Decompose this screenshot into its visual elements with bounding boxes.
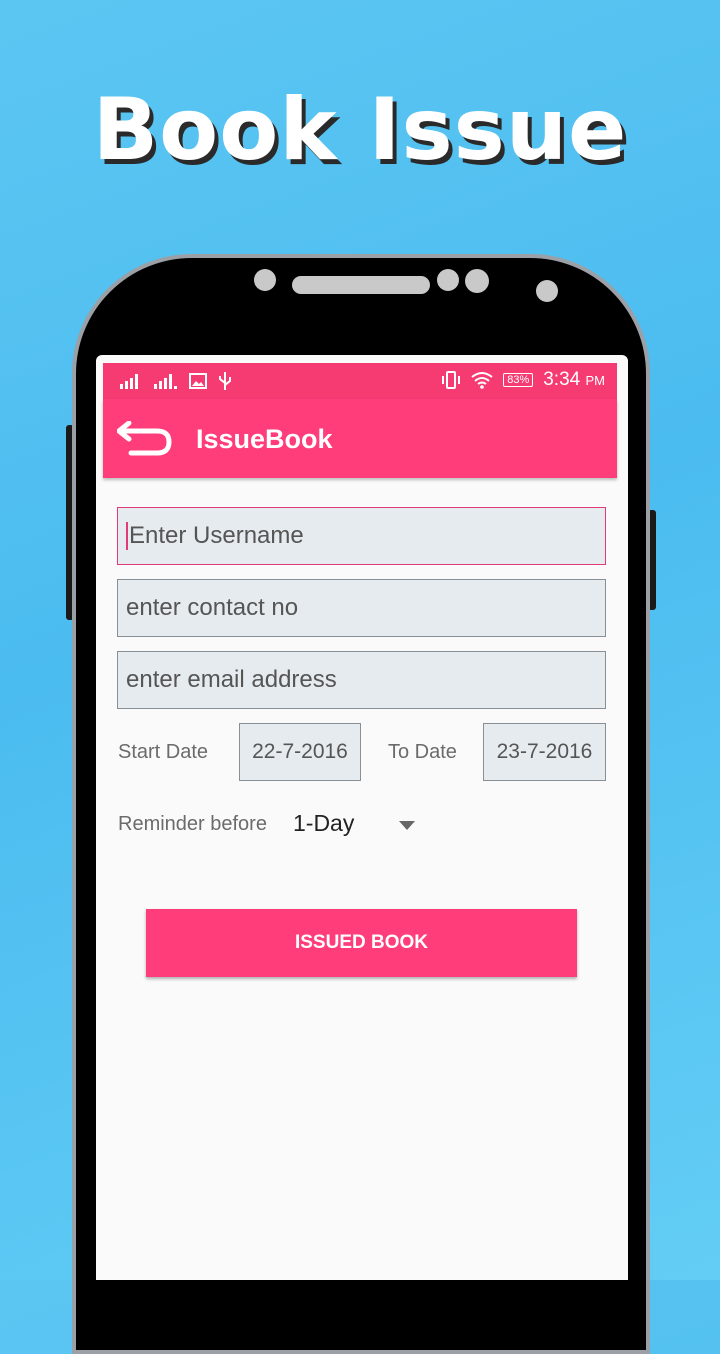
battery-indicator: 83% bbox=[503, 373, 534, 387]
app-title: IssueBook bbox=[196, 424, 333, 454]
earpiece-speaker bbox=[292, 276, 430, 294]
phone-screen: 83% 3:34 PM IssueBook Enter Username ent… bbox=[96, 355, 628, 1280]
promo-title: Book Issue bbox=[92, 80, 628, 180]
username-placeholder: Enter Username bbox=[129, 522, 304, 549]
email-placeholder: enter email address bbox=[126, 666, 337, 693]
start-date-field[interactable]: 22-7-2016 bbox=[239, 723, 361, 781]
dropdown-arrow-icon[interactable] bbox=[399, 821, 415, 830]
text-cursor bbox=[126, 522, 128, 550]
status-bar: 83% 3:34 PM bbox=[103, 363, 617, 399]
image-icon bbox=[189, 373, 207, 389]
username-input[interactable]: Enter Username bbox=[117, 507, 606, 565]
email-input[interactable]: enter email address bbox=[117, 651, 606, 709]
vibrate-icon bbox=[442, 371, 461, 389]
status-clock: 3:34 PM bbox=[543, 369, 605, 390]
contact-placeholder: enter contact no bbox=[126, 594, 299, 621]
to-date-field[interactable]: 23-7-2016 bbox=[483, 723, 606, 781]
app-bar: IssueBook bbox=[103, 399, 617, 478]
contact-input[interactable]: enter contact no bbox=[117, 579, 606, 637]
signal-icon bbox=[120, 374, 138, 389]
wifi-icon bbox=[471, 372, 493, 389]
front-sensor bbox=[465, 269, 489, 293]
start-date-label: Start Date bbox=[118, 741, 209, 763]
signal-2-icon bbox=[154, 374, 177, 389]
usb-icon bbox=[219, 372, 231, 390]
to-date-label: To Date bbox=[388, 741, 457, 763]
issued-book-button[interactable]: ISSUED BOOK bbox=[146, 909, 577, 977]
back-arrow-icon[interactable] bbox=[117, 421, 173, 457]
reminder-label: Reminder before bbox=[118, 813, 267, 835]
proximity-sensor bbox=[254, 269, 276, 291]
reminder-select[interactable]: 1-Day bbox=[293, 810, 354, 837]
front-camera bbox=[437, 269, 459, 291]
light-sensor bbox=[536, 280, 558, 302]
